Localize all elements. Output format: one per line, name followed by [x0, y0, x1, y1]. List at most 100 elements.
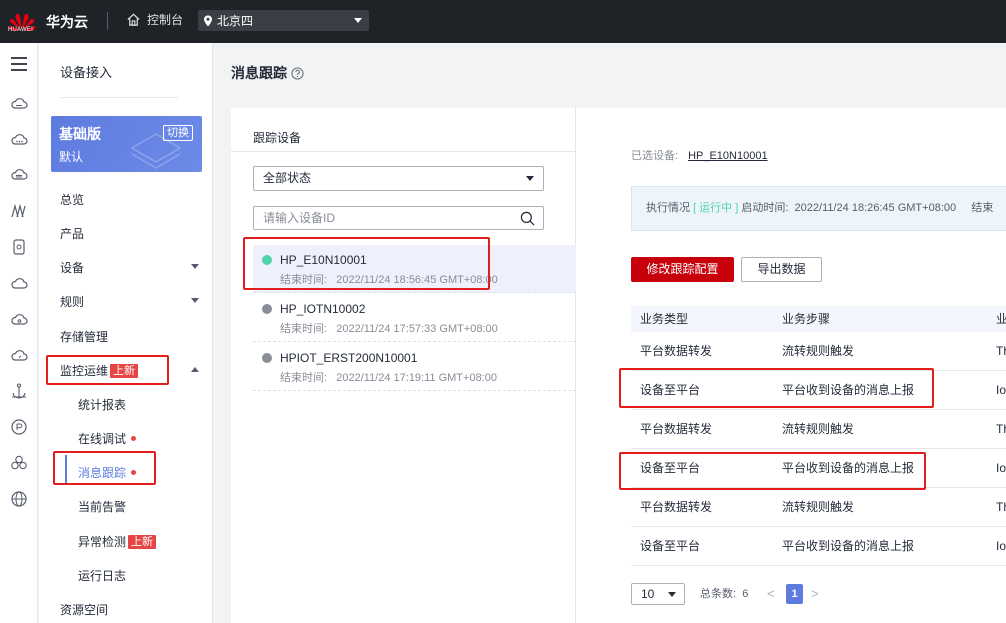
table-row[interactable]: 平台数据转发 流转规则触发 Th	[631, 332, 1006, 371]
nav-sub-current-alarms[interactable]: 当前告警	[78, 498, 126, 515]
storage-icon[interactable]	[10, 238, 28, 256]
device-name: HPIOT_ERST200N10001	[280, 351, 418, 365]
end-time-value: 2022/11/24 18:56:45 GMT+08:00	[336, 274, 498, 286]
cluster-icon[interactable]	[10, 454, 28, 472]
exec-running-status: [ 运行中 ]	[693, 202, 739, 214]
end-time-value: 2022/11/24 17:19:11 GMT+08:00	[336, 372, 497, 384]
table-row[interactable]: 设备至平台 平台收到设备的消息上报 Io	[631, 449, 1006, 488]
nav-item-devices[interactable]: 设备	[60, 259, 84, 276]
device-list-item[interactable]: HP_E10N10001 结束时间: 2022/11/24 18:56:45 G…	[253, 245, 576, 293]
divider	[231, 151, 576, 152]
device-name: HP_IOTN10002	[280, 302, 366, 316]
table-cell: 流转规则触发	[782, 500, 855, 514]
table-cell: 设备至平台	[640, 383, 701, 397]
menu-icon[interactable]	[10, 55, 28, 73]
next-page-button[interactable]: >	[811, 583, 819, 605]
globe-icon[interactable]	[10, 490, 28, 508]
nav-item-storage[interactable]: 存储管理	[60, 328, 108, 345]
help-icon[interactable]	[291, 66, 304, 80]
chevron-up-icon[interactable]	[191, 367, 199, 372]
nav-item-label: 监控运维	[60, 364, 109, 378]
search-placeholder: 请输入设备ID	[263, 211, 336, 225]
exec-start-time: 2022/11/24 18:26:45 GMT+08:00	[794, 202, 957, 214]
selected-device: 已选设备: HP_E10N10001	[631, 147, 768, 163]
cloud-server-icon[interactable]	[10, 131, 28, 149]
trace-detail-column: 已选设备: HP_E10N10001 执行情况 [ 运行中 ] 启动时间: 202…	[577, 108, 1006, 623]
table-cell: 平台收到设备的消息上报	[782, 461, 915, 475]
table-row[interactable]: 平台数据转发 流转规则触发 Th	[631, 410, 1006, 449]
table-cell: Io	[996, 539, 1006, 553]
exec-start-label: 启动时间:	[741, 202, 789, 214]
table-row[interactable]: 平台数据转发 流转规则触发 Th	[631, 488, 1006, 527]
prev-page-button[interactable]: <	[767, 583, 775, 605]
plan-name: 基础版	[59, 126, 101, 142]
device-end-time: 结束时间: 2022/11/24 17:19:11 GMT+08:00	[280, 369, 497, 385]
stopped-status-icon	[262, 304, 272, 314]
service-icon-rail	[0, 43, 38, 623]
cloud-gear-icon[interactable]	[10, 310, 28, 328]
home-icon	[127, 13, 140, 26]
table-cell: Th	[996, 344, 1006, 358]
device-list-item[interactable]: HPIOT_ERST200N10001 结束时间: 2022/11/24 17:…	[253, 343, 576, 391]
nav-sub-run-logs[interactable]: 运行日志	[78, 567, 126, 584]
nav-sub-statistics[interactable]: 统计报表	[78, 396, 126, 413]
status-filter-select[interactable]: 全部状态	[253, 166, 544, 191]
total-label: 总条数:	[700, 588, 737, 600]
device-list-item[interactable]: HP_IOTN10002 结束时间: 2022/11/24 17:57:33 G…	[253, 294, 576, 342]
nav-sub-anomaly-detection[interactable]: 异常检测 上新	[78, 533, 157, 550]
nav-sub-label: 在线调试	[78, 432, 127, 446]
chevron-down-icon[interactable]	[191, 298, 199, 303]
nav-sub-message-trace[interactable]: 消息跟踪	[78, 464, 137, 481]
cloud-upload-icon[interactable]	[10, 274, 28, 292]
device-id-search-input[interactable]: 请输入设备ID	[253, 206, 544, 230]
database-icon[interactable]	[10, 166, 28, 184]
chevron-down-icon	[668, 592, 676, 597]
nav-sub-label: 消息跟踪	[78, 466, 127, 480]
nav-item-resource-space[interactable]: 资源空间	[60, 601, 108, 618]
table-row[interactable]: 设备至平台 平台收到设备的消息上报 Io	[631, 371, 1006, 410]
nav-item-rules[interactable]: 规则	[60, 293, 84, 310]
nav-item-monitoring[interactable]: 监控运维 上新	[60, 362, 139, 379]
status-dot	[131, 470, 137, 475]
page-size-select[interactable]: 10	[631, 583, 685, 605]
current-page-button[interactable]: 1	[786, 584, 803, 604]
column-header: 业务步骤	[782, 312, 831, 326]
table-cell: 平台数据转发	[640, 422, 713, 436]
chevron-down-icon	[354, 18, 362, 23]
nav-sub-online-debug[interactable]: 在线调试	[78, 430, 137, 447]
new-badge: 上新	[110, 364, 139, 378]
top-bar: HUAWEI 华为云 控制台 北京四	[0, 0, 1006, 43]
page-title: 消息跟踪	[231, 63, 304, 83]
brand-name[interactable]: 华为云	[46, 12, 88, 32]
table-row[interactable]: 设备至平台 平台收到设备的消息上报 Io	[631, 527, 1006, 566]
sidenav-title: 设备接入	[60, 65, 113, 80]
console-link[interactable]: 控制台	[126, 11, 183, 28]
selected-device-label: 已选设备:	[631, 150, 679, 162]
region-label: 北京四	[217, 14, 254, 28]
network-icon[interactable]	[10, 202, 28, 220]
divider	[60, 97, 178, 98]
device-list-column: 跟踪设备 全部状态 请输入设备ID HP_E10N10001 结束时间: 202…	[231, 108, 576, 623]
modify-trace-config-button[interactable]: 修改跟踪配置	[631, 257, 734, 282]
active-indicator	[65, 455, 67, 483]
nav-item-overview[interactable]: 总览	[60, 191, 84, 208]
plan-switch-button[interactable]: 切换	[163, 125, 193, 141]
chevron-down-icon[interactable]	[191, 264, 199, 269]
divider	[107, 12, 108, 30]
logo-text: HUAWEI	[8, 27, 33, 33]
table-cell: Io	[996, 461, 1006, 475]
search-icon[interactable]	[520, 211, 535, 226]
cloud-dashboard-icon[interactable]	[10, 346, 28, 364]
nav-item-products[interactable]: 产品	[60, 225, 84, 242]
anchor-icon[interactable]	[10, 382, 28, 400]
total-count: 总条数: 6	[700, 583, 748, 605]
region-select[interactable]: 北京四	[198, 10, 369, 31]
location-pin-icon	[204, 15, 212, 26]
chevron-down-icon	[526, 176, 534, 181]
export-data-button[interactable]: 导出数据	[741, 257, 822, 282]
execution-status-box: 执行情况 [ 运行中 ] 启动时间: 2022/11/24 18:26:45 G…	[631, 186, 1006, 231]
shield-icon[interactable]	[10, 418, 28, 436]
side-nav: 设备接入 基础版 默认 切换 总览 产品 设备 规则 存储管理 监控运维 上新 统…	[39, 43, 213, 623]
cloud-icon[interactable]	[10, 95, 28, 113]
selected-device-link[interactable]: HP_E10N10001	[688, 150, 768, 162]
